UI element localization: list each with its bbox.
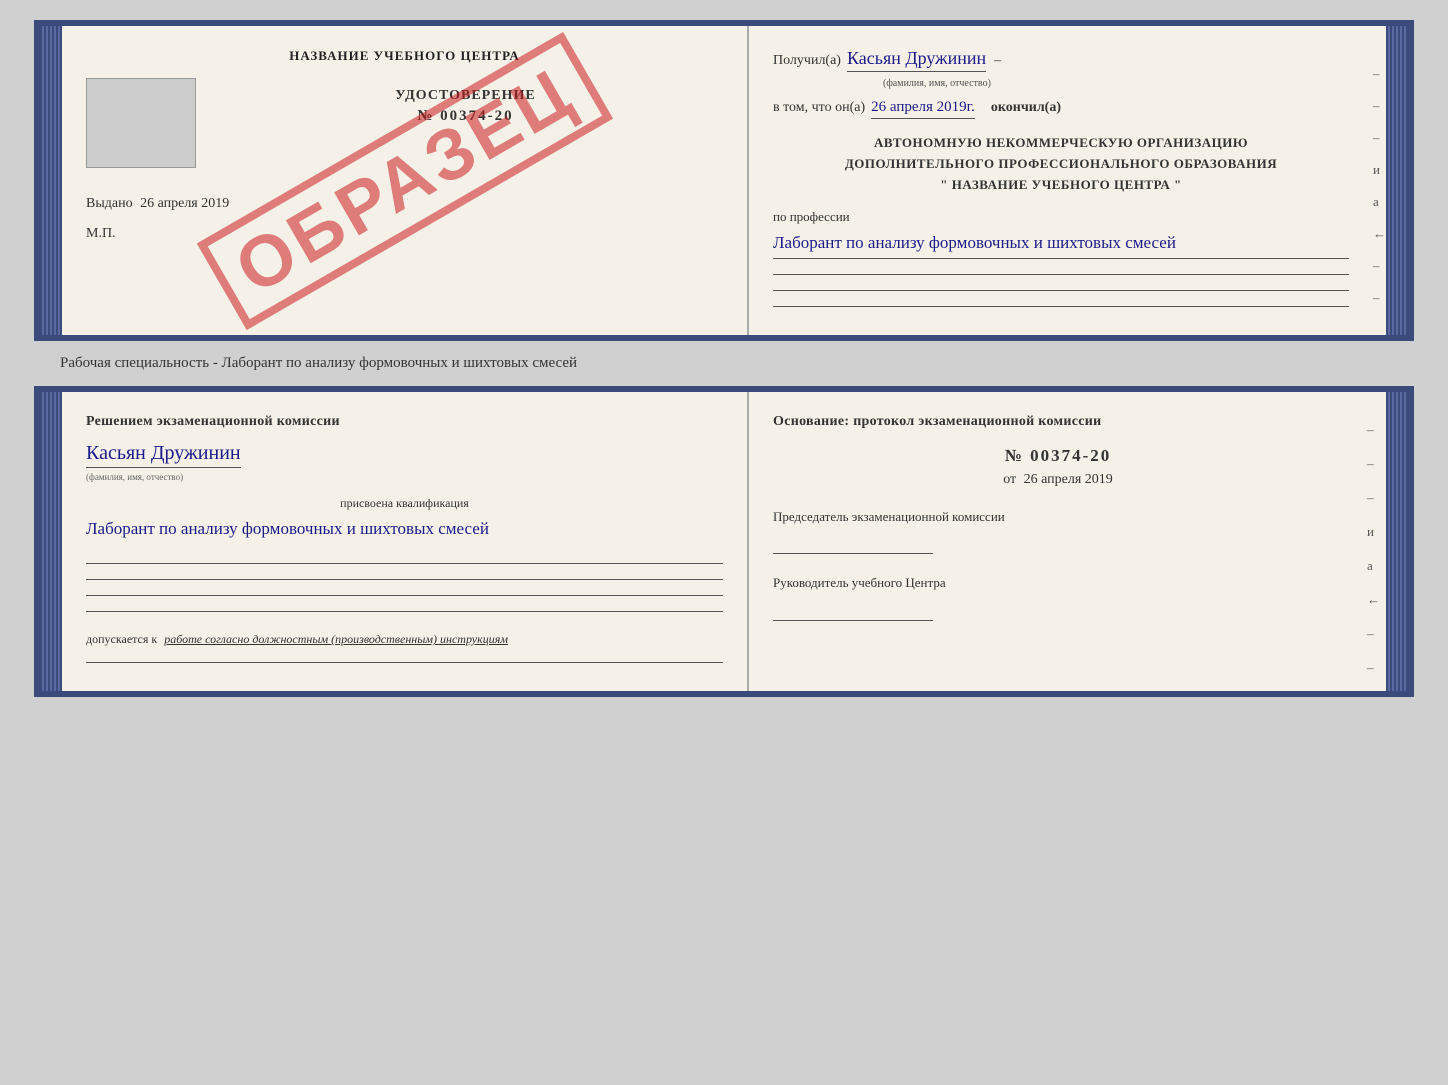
issued-date: 26 апреля 2019 xyxy=(140,196,229,211)
dopusk-label: допускается к xyxy=(86,632,157,646)
top-document-card: НАЗВАНИЕ УЧЕБНОГО ЦЕНТРА УДОСТОВЕРЕНИЕ №… xyxy=(34,20,1414,341)
received-name: Касьян Дружинин xyxy=(847,48,986,72)
right-dashes-col: – – – и а ← – – xyxy=(1373,26,1386,335)
bottom-underline3 xyxy=(86,586,723,596)
mp-label: М.П. xyxy=(86,226,723,242)
date-value: 26 апреля 2019г. xyxy=(871,99,975,119)
director-block: Руководитель учебного Центра xyxy=(773,574,1343,620)
top-right-panel: Получил(а) Касьян Дружинин – (фамилия, и… xyxy=(749,26,1373,335)
top-left-panel: НАЗВАНИЕ УЧЕБНОГО ЦЕНТРА УДОСТОВЕРЕНИЕ №… xyxy=(62,26,749,335)
bottom-name-sub: (фамилия, имя, отчество) xyxy=(86,472,723,482)
cert-number: № 00374-20 xyxy=(208,108,723,125)
bottom-left-panel: Решением экзаменационной комиссии Касьян… xyxy=(62,392,749,691)
issued-row: Выдано 26 апреля 2019 xyxy=(86,196,723,212)
cert-label: УДОСТОВЕРЕНИЕ xyxy=(208,88,723,104)
spine-right xyxy=(1386,26,1408,335)
dash-separator: – xyxy=(994,53,1001,69)
top-right-wrapper: Получил(а) Касьян Дружинин – (фамилия, и… xyxy=(749,26,1386,335)
bottom-name: Касьян Дружинин xyxy=(86,442,241,468)
underline2 xyxy=(773,281,1349,291)
bottom-spine-right xyxy=(1386,392,1408,691)
protocol-date-prefix: от xyxy=(1003,472,1016,487)
bottom-spine-left xyxy=(40,392,62,691)
osnov-title: Основание: протокол экзаменационной коми… xyxy=(773,414,1343,430)
name-sub-note: (фамилия, имя, отчество) xyxy=(883,78,1414,89)
director-title: Руководитель учебного Центра xyxy=(773,574,1343,592)
org-line2: ДОПОЛНИТЕЛЬНОГО ПРОФЕССИОНАЛЬНОГО ОБРАЗО… xyxy=(773,154,1349,175)
org-line3: " НАЗВАНИЕ УЧЕБНОГО ЦЕНТРА " xyxy=(773,175,1349,196)
photo-placeholder xyxy=(86,78,196,168)
bottom-right-panel: Основание: протокол экзаменационной коми… xyxy=(749,392,1367,691)
obrazec-stamp: ОБРАЗЕЦ xyxy=(196,32,612,330)
in-that-label: в том, что он(а) xyxy=(773,100,865,116)
underline3 xyxy=(773,297,1349,307)
chairman-signature-line xyxy=(773,544,933,554)
dopusk-value: работе согласно должностным (производств… xyxy=(164,632,508,646)
bottom-underline4 xyxy=(86,602,723,612)
cert-org-title: НАЗВАНИЕ УЧЕБНОГО ЦЕНТРА xyxy=(86,48,723,64)
protocol-date: 26 апреля 2019 xyxy=(1024,472,1113,487)
section-title: Решением экзаменационной комиссии xyxy=(86,414,723,430)
profession-label: по профессии xyxy=(773,209,1349,225)
spine-left xyxy=(40,26,62,335)
issued-label: Выдано xyxy=(86,196,133,211)
specialty-label: Рабочая специальность - Лаборант по анал… xyxy=(20,355,577,372)
protocol-date-row: от 26 апреля 2019 xyxy=(773,472,1343,488)
bottom-underline1 xyxy=(86,554,723,564)
chairman-title: Председатель экзаменационной комиссии xyxy=(773,508,1343,526)
profession-value: Лаборант по анализу формовочных и шихтов… xyxy=(773,229,1349,259)
dopusk-row: допускается к работе согласно должностны… xyxy=(86,632,723,647)
director-signature-line xyxy=(773,611,933,621)
received-row: Получил(а) Касьян Дружинин – xyxy=(773,48,1349,72)
finished-label: окончил(а) xyxy=(991,100,1061,116)
bottom-dashes-col: – – – и а ← – – xyxy=(1367,392,1386,691)
bottom-underline2 xyxy=(86,570,723,580)
qual-label: присвоена квалификация xyxy=(86,496,723,511)
bottom-right-wrapper: Основание: протокол экзаменационной коми… xyxy=(749,392,1386,691)
chairman-block: Председатель экзаменационной комиссии xyxy=(773,508,1343,554)
qual-value: Лаборант по анализу формовочных и шихтов… xyxy=(86,515,723,544)
protocol-number: № 00374-20 xyxy=(773,446,1343,466)
in-that-row: в том, что он(а) 26 апреля 2019г. окончи… xyxy=(773,99,1349,119)
bottom-document-card: Решением экзаменационной комиссии Касьян… xyxy=(34,386,1414,697)
received-label: Получил(а) xyxy=(773,53,841,69)
underline1 xyxy=(773,265,1349,275)
org-block: АВТОНОМНУЮ НЕКОММЕРЧЕСКУЮ ОРГАНИЗАЦИЮ ДО… xyxy=(773,133,1349,195)
bottom-underline5 xyxy=(86,653,723,663)
org-line1: АВТОНОМНУЮ НЕКОММЕРЧЕСКУЮ ОРГАНИЗАЦИЮ xyxy=(773,133,1349,154)
